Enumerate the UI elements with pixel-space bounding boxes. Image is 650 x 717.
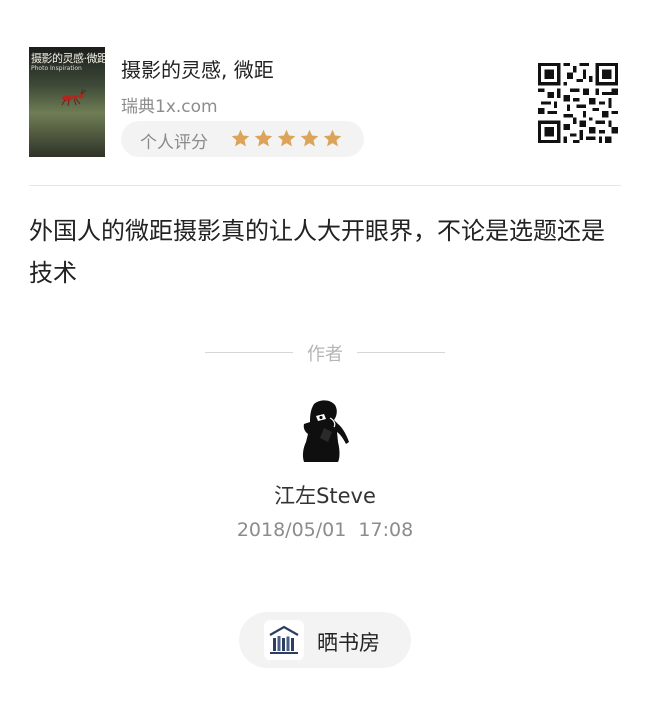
shelf-icon-box [264, 620, 304, 660]
book-cover[interactable]: 摄影的灵感·微距 Photo Inspiration [29, 47, 105, 157]
cover-title: 摄影的灵感·微距 [31, 52, 105, 65]
bookshelf-icon [269, 625, 299, 654]
star-rating [230, 128, 343, 149]
ant-image [61, 89, 87, 107]
author-name[interactable]: 江左Steve [0, 480, 650, 510]
author-section-label: 作者 [307, 344, 343, 365]
rating-pill: 个人评分 [121, 121, 364, 157]
author-section-header: 作者 [205, 340, 445, 366]
star-icon [300, 129, 319, 147]
star-icon [277, 129, 296, 147]
qr-code-icon [538, 63, 618, 143]
star-icon [254, 129, 273, 147]
rating-label: 个人评分 [140, 133, 208, 153]
star-icon [231, 129, 250, 147]
avatar[interactable] [294, 398, 354, 466]
shelf-button[interactable]: 晒书房 [239, 612, 411, 668]
post-timestamp: 2018/05/01 17:08 [236, 519, 414, 541]
book-source: 瑞典1x.com [121, 97, 218, 117]
star-icon [323, 129, 342, 147]
shelf-button-label: 晒书房 [317, 631, 380, 655]
divider-right [357, 352, 445, 353]
book-title[interactable]: 摄影的灵感, 微距 [121, 54, 274, 83]
review-text: 外国人的微距摄影真的让人大开眼界，不论是选题还是技术 [29, 217, 605, 287]
divider [29, 185, 621, 186]
cover-subtitle: Photo Inspiration [31, 65, 82, 72]
